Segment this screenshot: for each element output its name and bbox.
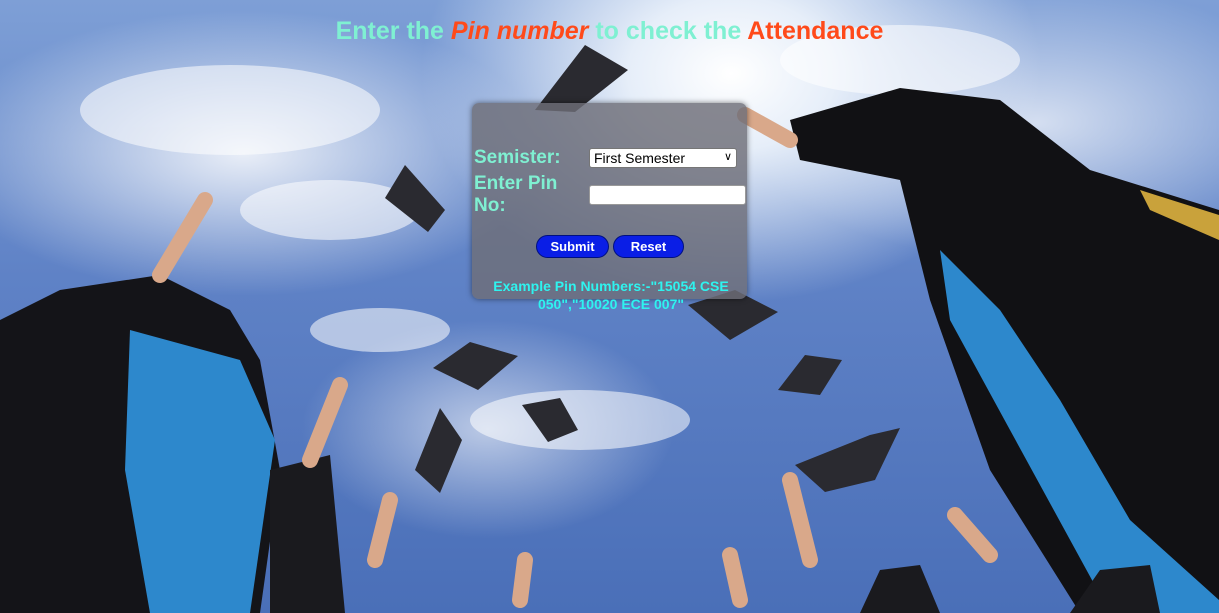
submit-button[interactable]: Submit [536, 235, 609, 258]
heading-part-1: Enter the [335, 17, 451, 45]
semester-label: Semister: [474, 147, 561, 168]
attendance-form-panel: Semister: First Semester ∨ Enter Pin No:… [472, 103, 747, 312]
reset-button[interactable]: Reset [613, 235, 684, 258]
semester-select-value: First Semester [594, 150, 686, 166]
example-pin-text: Example Pin Numbers:-"15054 CSE 050","10… [493, 278, 729, 312]
heading-attendance: Attendance [747, 17, 884, 45]
pin-input[interactable] [589, 185, 746, 205]
semester-select[interactable]: First Semester ∨ [589, 148, 737, 168]
page-heading: Enter the Pin number to check the Attend… [0, 17, 1219, 46]
heading-pin-number: Pin number [450, 17, 589, 45]
pin-label: Enter Pin No: [474, 173, 558, 216]
heading-part-3: to check the [588, 17, 748, 45]
chevron-down-icon: ∨ [723, 151, 732, 163]
